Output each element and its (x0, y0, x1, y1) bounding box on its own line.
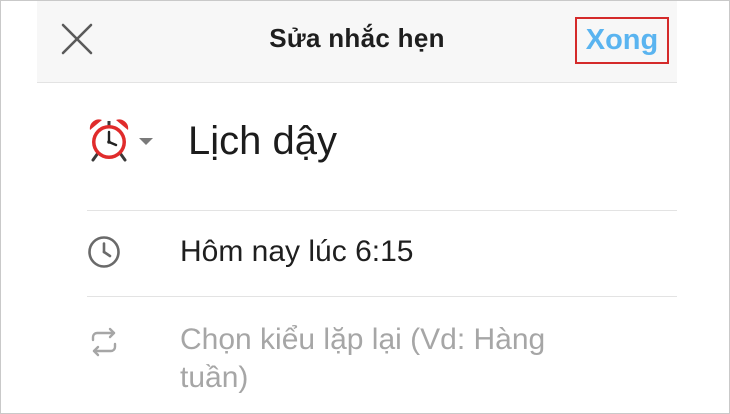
chevron-down-icon[interactable] (139, 138, 153, 145)
time-value: Hôm nay lúc 6:15 (180, 235, 414, 268)
reminder-title-input[interactable]: Lịch dậy (188, 119, 337, 164)
repeat-icon (91, 327, 117, 357)
clock-icon (88, 236, 120, 268)
time-row[interactable]: Hôm nay lúc 6:15 (87, 211, 677, 297)
done-button[interactable]: Xong (575, 17, 669, 64)
alarm-clock-icon[interactable] (87, 117, 131, 163)
repeat-placeholder: Chọn kiểu lặp lại (Vd: Hàng tuần) (180, 323, 546, 394)
edit-reminder-screen: Sửa nhắc hẹn Xong Lịch dậy Hôm nay lúc 6… (0, 0, 730, 414)
header-bar: Sửa nhắc hẹn Xong (37, 1, 677, 83)
reminder-title-row: Lịch dậy (87, 83, 677, 211)
repeat-row[interactable]: Chọn kiểu lặp lại (Vd: Hàng tuần) (87, 297, 677, 413)
